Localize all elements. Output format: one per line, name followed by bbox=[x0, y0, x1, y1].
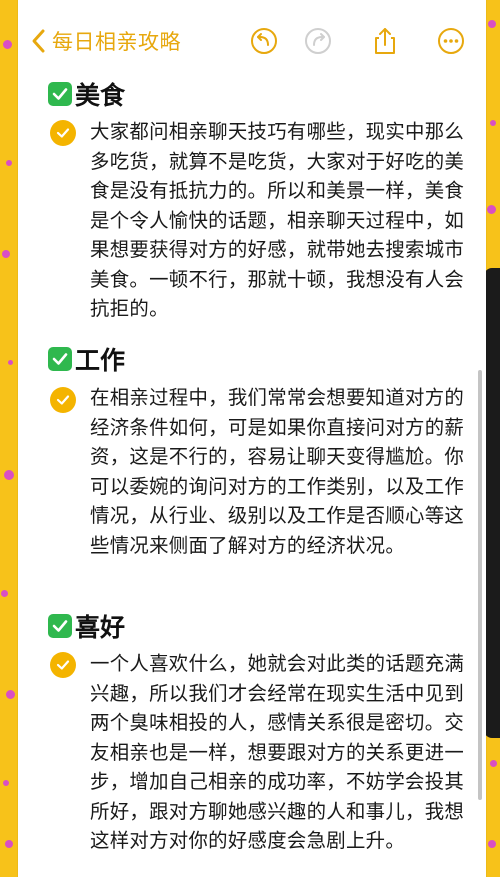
more-icon[interactable] bbox=[436, 26, 466, 56]
checkmark-icon bbox=[48, 614, 72, 638]
share-icon[interactable] bbox=[370, 26, 400, 56]
background-photo-edge bbox=[484, 268, 500, 738]
checklist-checkbox[interactable] bbox=[50, 387, 76, 413]
top-navigation-bar: 每日相亲攻略 bbox=[18, 0, 486, 78]
section-title-work: 工作 bbox=[48, 341, 125, 377]
back-button[interactable]: 每日相亲攻略 bbox=[28, 26, 181, 56]
chevron-left-icon bbox=[32, 29, 45, 53]
section-title-text: 喜好 bbox=[75, 613, 126, 642]
scrollbar[interactable] bbox=[478, 370, 482, 800]
checklist-checkbox[interactable] bbox=[50, 652, 76, 678]
paragraph-hobbies: 一个人喜欢什么，她就会对此类的话题充满兴趣，所以我们才会经常在现实生活中见到两个… bbox=[90, 652, 465, 852]
checklist-checkbox[interactable] bbox=[50, 120, 76, 146]
checkmark-icon bbox=[48, 347, 72, 371]
redo-icon[interactable] bbox=[303, 26, 333, 56]
undo-icon[interactable] bbox=[249, 26, 279, 56]
checkmark-icon bbox=[48, 82, 72, 106]
paragraph-food: 大家都问相亲聊天技巧有哪些，现实中那么多吃货，就算不是吃货，大家对于好吃的美食是… bbox=[90, 120, 465, 320]
note-screen: 每日相亲攻略 美食 大家都问相亲聊天技巧有哪些，现实中那么多吃货，就算不是吃货，… bbox=[18, 0, 486, 877]
section-title-text: 美食 bbox=[75, 81, 126, 110]
section-title-hobbies: 喜好 bbox=[48, 608, 125, 644]
section-title-food: 美食 bbox=[48, 76, 125, 112]
paragraph-work: 在相亲过程中，我们常常会想要知道对方的经济条件如何，可是如果你直接问对方的薪资，… bbox=[90, 386, 465, 557]
back-label: 每日相亲攻略 bbox=[52, 30, 181, 54]
section-title-text: 工作 bbox=[75, 346, 126, 375]
